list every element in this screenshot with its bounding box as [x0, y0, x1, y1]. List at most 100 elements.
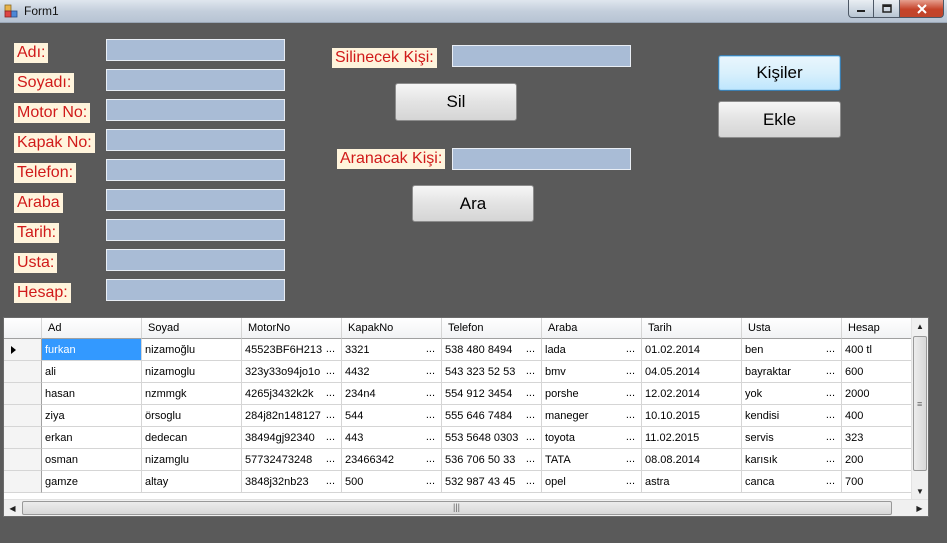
row-header[interactable]: [4, 361, 42, 383]
grid-cell[interactable]: opel...: [542, 471, 642, 493]
grid-cell[interactable]: 200: [842, 449, 912, 471]
table-row[interactable]: erkan dedecan 38494gj92340... 443... 553 564…: [4, 427, 912, 449]
grid-cell[interactable]: nizamoğlu: [142, 339, 242, 361]
column-header-ad[interactable]: Ad: [42, 318, 142, 339]
grid-cell[interactable]: 38494gj92340...: [242, 427, 342, 449]
grid-cell[interactable]: ali: [42, 361, 142, 383]
grid-cell[interactable]: maneger...: [542, 405, 642, 427]
close-button[interactable]: [900, 0, 944, 18]
silinecek-kisi-input[interactable]: [452, 45, 631, 67]
grid-cell[interactable]: toyota...: [542, 427, 642, 449]
grid-cell[interactable]: 500...: [342, 471, 442, 493]
sil-button[interactable]: Sil: [395, 83, 517, 121]
row-header[interactable]: [4, 405, 42, 427]
table-row[interactable]: gamze altay 3848j32nb23... 500... 532 987 43…: [4, 471, 912, 493]
grid-cell[interactable]: 538 480 8494...: [442, 339, 542, 361]
grid-cell[interactable]: canca...: [742, 471, 842, 493]
grid-cell[interactable]: 04.05.2014: [642, 361, 742, 383]
row-header[interactable]: [4, 383, 42, 405]
row-header[interactable]: [4, 339, 42, 361]
grid-cell[interactable]: 536 706 50 33...: [442, 449, 542, 471]
grid-cell[interactable]: 323: [842, 427, 912, 449]
table-row[interactable]: ziya örsoglu 284j82n148127... 544... 555 646…: [4, 405, 912, 427]
grid-cell[interactable]: 01.02.2014: [642, 339, 742, 361]
grid-cell[interactable]: 234n4...: [342, 383, 442, 405]
header-corner[interactable]: [4, 318, 42, 339]
kapak-no-input[interactable]: [106, 129, 285, 151]
soyad-input[interactable]: [106, 69, 285, 91]
grid-cell[interactable]: ziya: [42, 405, 142, 427]
vertical-scrollbar[interactable]: ▲ ≡ ▼: [911, 318, 928, 500]
horizontal-scroll-thumb[interactable]: |||: [22, 501, 892, 515]
grid-cell[interactable]: kendisi...: [742, 405, 842, 427]
grid-cell[interactable]: ben...: [742, 339, 842, 361]
grid-cell[interactable]: 323y33o94jo1o...: [242, 361, 342, 383]
grid-cell[interactable]: nizamoglu: [142, 361, 242, 383]
grid-cell[interactable]: TATA...: [542, 449, 642, 471]
grid-cell[interactable]: lada...: [542, 339, 642, 361]
row-header[interactable]: [4, 449, 42, 471]
grid-cell[interactable]: astra: [642, 471, 742, 493]
minimize-button[interactable]: [848, 0, 874, 18]
row-header[interactable]: [4, 471, 42, 493]
grid-cell[interactable]: 400: [842, 405, 912, 427]
scroll-down-icon[interactable]: ▼: [912, 483, 928, 500]
grid-cell[interactable]: 4432...: [342, 361, 442, 383]
column-header-kapakno[interactable]: KapakNo: [342, 318, 442, 339]
column-header-motorno[interactable]: MotorNo: [242, 318, 342, 339]
grid-cell[interactable]: erkan: [42, 427, 142, 449]
grid-cell[interactable]: bayraktar...: [742, 361, 842, 383]
scroll-left-icon[interactable]: ◀: [4, 500, 21, 516]
kisiler-button[interactable]: Kişiler: [718, 55, 841, 91]
grid-cell[interactable]: 554 912 3454...: [442, 383, 542, 405]
data-grid[interactable]: Ad Soyad MotorNo KapakNo Telefon Araba T…: [3, 317, 929, 517]
column-header-hesap[interactable]: Hesap: [842, 318, 912, 339]
grid-cell[interactable]: 23466342...: [342, 449, 442, 471]
table-row[interactable]: ali nizamoglu 323y33o94jo1o... 4432... 543 3…: [4, 361, 912, 383]
grid-cell[interactable]: 4265j3432k2k...: [242, 383, 342, 405]
grid-cell[interactable]: 3321...: [342, 339, 442, 361]
grid-cell[interactable]: osman: [42, 449, 142, 471]
usta-input[interactable]: [106, 249, 285, 271]
scroll-right-icon[interactable]: ▶: [911, 500, 928, 516]
column-header-usta[interactable]: Usta: [742, 318, 842, 339]
grid-cell[interactable]: karısık...: [742, 449, 842, 471]
grid-cell[interactable]: 600: [842, 361, 912, 383]
grid-cell[interactable]: 10.10.2015: [642, 405, 742, 427]
grid-cell[interactable]: örsoglu: [142, 405, 242, 427]
grid-cell[interactable]: 12.02.2014: [642, 383, 742, 405]
vertical-scroll-thumb[interactable]: ≡: [913, 336, 927, 471]
grid-cell[interactable]: 553 5648 0303...: [442, 427, 542, 449]
grid-cell[interactable]: porshe...: [542, 383, 642, 405]
grid-cell[interactable]: 700: [842, 471, 912, 493]
grid-cell[interactable]: dedecan: [142, 427, 242, 449]
grid-cell[interactable]: 532 987 43 45...: [442, 471, 542, 493]
hesap-input[interactable]: [106, 279, 285, 301]
ara-button[interactable]: Ara: [412, 185, 534, 222]
araba-input[interactable]: [106, 189, 285, 211]
row-header[interactable]: [4, 427, 42, 449]
ad-input[interactable]: [106, 39, 285, 61]
column-header-araba[interactable]: Araba: [542, 318, 642, 339]
ekle-button[interactable]: Ekle: [718, 101, 841, 138]
scroll-up-icon[interactable]: ▲: [912, 318, 928, 335]
grid-cell[interactable]: nizamglu: [142, 449, 242, 471]
grid-cell[interactable]: 555 646 7484...: [442, 405, 542, 427]
telefon-input[interactable]: [106, 159, 285, 181]
column-header-telefon[interactable]: Telefon: [442, 318, 542, 339]
grid-cell[interactable]: 543 323 52 53...: [442, 361, 542, 383]
grid-cell[interactable]: servis...: [742, 427, 842, 449]
grid-cell[interactable]: 544...: [342, 405, 442, 427]
motor-no-input[interactable]: [106, 99, 285, 121]
table-row[interactable]: hasan nzmmgk 4265j3432k2k... 234n4... 554 91…: [4, 383, 912, 405]
grid-cell[interactable]: 2000: [842, 383, 912, 405]
aranacak-kisi-input[interactable]: [452, 148, 631, 170]
maximize-button[interactable]: [874, 0, 900, 18]
grid-cell[interactable]: 284j82n148127...: [242, 405, 342, 427]
grid-cell[interactable]: bmv...: [542, 361, 642, 383]
grid-cell[interactable]: 11.02.2015: [642, 427, 742, 449]
grid-cell[interactable]: furkan: [42, 339, 142, 361]
table-row[interactable]: furkan nizamoğlu 45523BF6H213... 3321... 538…: [4, 339, 912, 361]
grid-cell[interactable]: 45523BF6H213...: [242, 339, 342, 361]
grid-cell[interactable]: hasan: [42, 383, 142, 405]
